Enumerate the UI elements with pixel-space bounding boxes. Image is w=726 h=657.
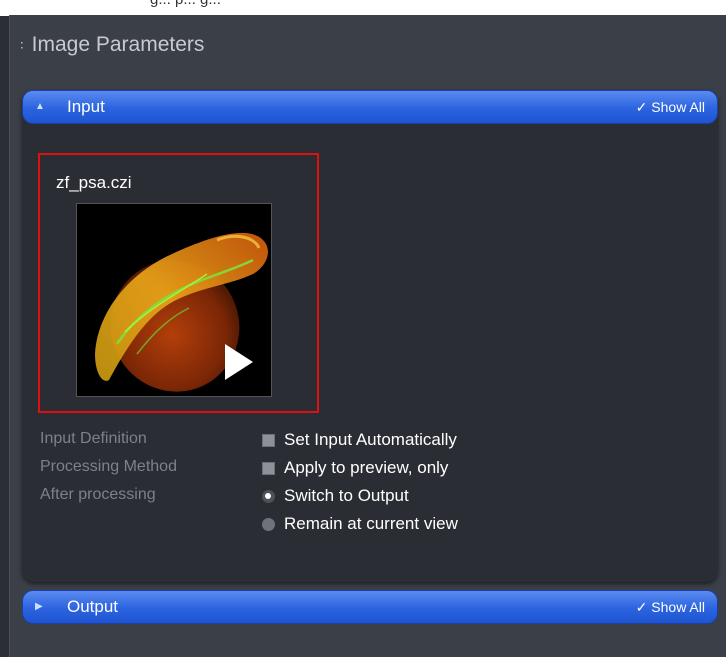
processing-method-row: Processing Method Apply to preview, only (40, 458, 700, 480)
after-processing-label: After processing (40, 486, 156, 503)
image-thumbnail[interactable] (76, 203, 272, 397)
output-section-header[interactable]: ▶ Output ✓ Show All (22, 590, 718, 624)
set-input-automatically-checkbox[interactable] (262, 433, 275, 447)
input-section: ▲ Input ✓ Show All zf_psa.czi Input Defi… (22, 90, 718, 582)
after-processing-row: After processing Switch to Output (40, 486, 700, 508)
top-strip: g... p... g... (0, 0, 726, 16)
top-strip-text: g... p... g... (150, 0, 221, 8)
collapse-arrow-icon[interactable]: ▲ (35, 102, 45, 112)
input-section-label: Input (67, 97, 105, 116)
zebrafish-embryo-image (77, 204, 271, 396)
remain-at-current-view-row: Remain at current view (40, 514, 700, 536)
set-input-automatically-label[interactable]: Set Input Automatically (284, 430, 457, 450)
grip-icon[interactable]: ∶ (20, 38, 24, 52)
switch-to-output-label[interactable]: Switch to Output (284, 486, 409, 506)
output-section-label: Output (67, 597, 119, 616)
remain-at-current-view-option[interactable]: Remain at current view (262, 514, 458, 534)
remain-at-current-view-radio[interactable] (262, 517, 275, 531)
expand-arrow-icon[interactable]: ▶ (35, 602, 45, 612)
panel-header[interactable]: ∶ Image Parameters (20, 30, 204, 60)
checkmark-icon: ✓ (635, 98, 648, 115)
switch-to-output-radio[interactable] (262, 489, 275, 503)
input-definition-row: Input Definition Set Input Automatically (40, 430, 700, 452)
input-image-selection[interactable]: zf_psa.czi (38, 153, 319, 413)
apply-to-preview-option[interactable]: Apply to preview, only (262, 458, 448, 478)
checkmark-icon: ✓ (635, 598, 648, 615)
show-all-label: Show All (651, 599, 705, 615)
remain-at-current-view-label[interactable]: Remain at current view (284, 514, 458, 534)
input-section-header[interactable]: ▲ Input ✓ Show All (22, 90, 718, 124)
panel-title: Image Parameters (31, 33, 205, 56)
processing-method-label: Processing Method (40, 458, 177, 475)
output-section: ▶ Output ✓ Show All (22, 590, 718, 626)
input-file-name: zf_psa.czi (56, 173, 132, 192)
output-show-all-button[interactable]: ✓ Show All (636, 599, 705, 616)
apply-to-preview-label[interactable]: Apply to preview, only (284, 458, 448, 478)
show-all-label: Show All (651, 99, 705, 115)
switch-to-output-option[interactable]: Switch to Output (262, 486, 409, 506)
apply-to-preview-checkbox[interactable] (262, 461, 275, 475)
input-definition-label: Input Definition (40, 430, 147, 447)
set-input-automatically-option[interactable]: Set Input Automatically (262, 430, 457, 450)
input-show-all-button[interactable]: ✓ Show All (636, 99, 705, 116)
